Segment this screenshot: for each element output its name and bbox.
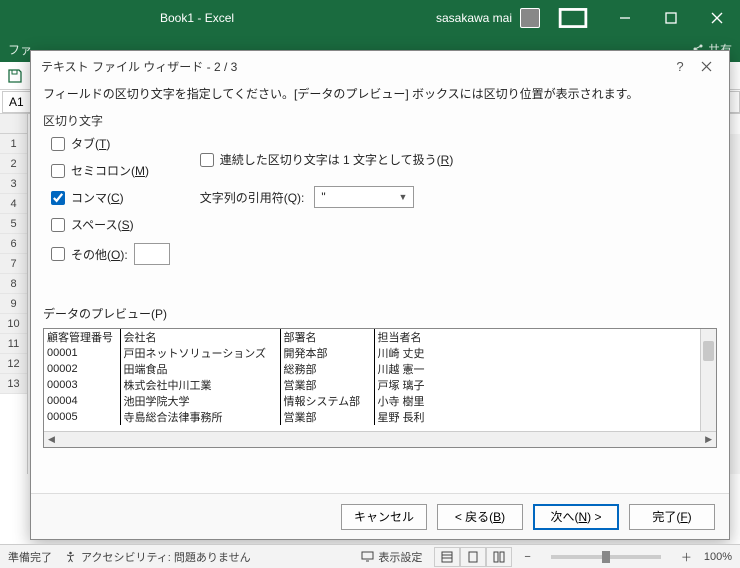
maximize-button[interactable] (648, 0, 694, 36)
dialog-close-button[interactable] (693, 53, 719, 79)
preview-horizontal-scrollbar[interactable]: ◀▶ (44, 431, 716, 447)
statusbar: 準備完了 アクセシビリティ: 問題ありません 表示設定 − ＋ 100% (0, 544, 740, 568)
row-header[interactable]: 9 (0, 294, 27, 314)
next-button[interactable]: 次へ(N) > (533, 504, 619, 530)
minimize-button[interactable] (602, 0, 648, 36)
close-button[interactable] (694, 0, 740, 36)
page-break-view-button[interactable] (486, 547, 512, 567)
table-row: 顧客管理番号 会社名 部署名 担当者名 (44, 329, 716, 345)
row-header[interactable]: 3 (0, 174, 27, 194)
dialog-title-text: テキスト ファイル ウィザード - 2 / 3 (41, 58, 237, 75)
space-checkbox[interactable]: スペース(S) (51, 216, 170, 233)
normal-view-button[interactable] (434, 547, 460, 567)
username: sasakawa mai (436, 11, 512, 25)
other-delimiter-input[interactable] (134, 243, 170, 265)
table-row: 00002田端食品総務部川越 憲一 (44, 361, 716, 377)
table-row: 00004池田学院大学情報システム部小寺 樹里 (44, 393, 716, 409)
comma-checkbox[interactable]: コンマ(C) (51, 189, 170, 206)
preview-label: データのプレビュー(P) (43, 305, 717, 322)
preview-box: 顧客管理番号 会社名 部署名 担当者名 00001戸田ネットソリューションズ開発… (43, 328, 717, 448)
row-header[interactable]: 7 (0, 254, 27, 274)
row-headers: 1 2 3 4 5 6 7 8 9 10 11 12 13 (0, 114, 28, 474)
cancel-button[interactable]: キャンセル (341, 504, 427, 530)
row-header[interactable]: 1 (0, 134, 27, 154)
row-header[interactable]: 2 (0, 154, 27, 174)
accessibility-status[interactable]: アクセシビリティ: 問題ありません (64, 549, 251, 565)
row-header[interactable]: 13 (0, 374, 27, 394)
finish-button[interactable]: 完了(F) (629, 504, 715, 530)
table-row: 00001戸田ネットソリューションズ開発本部川崎 丈史 (44, 345, 716, 361)
dialog-titlebar: テキスト ファイル ウィザード - 2 / 3 ? (31, 51, 729, 81)
user-block: sasakawa mai (436, 8, 540, 28)
chevron-down-icon: ▼ (398, 192, 407, 202)
row-header[interactable]: 6 (0, 234, 27, 254)
tab-checkbox[interactable]: タブ(T) (51, 135, 170, 152)
delimiter-group-label: 区切り文字 (43, 112, 717, 129)
row-header[interactable]: 4 (0, 194, 27, 214)
preview-vertical-scrollbar[interactable] (700, 329, 716, 431)
table-row: 00003株式会社中川工業営業部戸塚 璃子 (44, 377, 716, 393)
dialog-button-row: キャンセル < 戻る(B) 次へ(N) > 完了(F) (31, 493, 729, 539)
window-titlebar: Book1 - Excel sasakawa mai (0, 0, 740, 36)
row-header[interactable]: 8 (0, 274, 27, 294)
status-ready: 準備完了 (8, 549, 52, 565)
instruction-text: フィールドの区切り文字を指定してください。[データのプレビュー] ボックスには区… (43, 85, 717, 102)
save-icon[interactable] (6, 67, 24, 85)
zoom-level[interactable]: 100% (704, 551, 732, 563)
ribbon-display-options[interactable] (558, 8, 588, 28)
row-header[interactable]: 5 (0, 214, 27, 234)
app-title: Book1 - Excel (160, 11, 234, 25)
zoom-out-button[interactable]: − (524, 551, 530, 563)
zoom-in-button[interactable]: ＋ (681, 549, 692, 565)
row-header[interactable]: 11 (0, 334, 27, 354)
display-settings[interactable]: 表示設定 (361, 549, 422, 565)
table-row: 00005寺島総合法律事務所営業部星野 長利 (44, 409, 716, 425)
quote-label: 文字列の引用符(Q): (200, 189, 305, 206)
row-header[interactable]: 10 (0, 314, 27, 334)
back-button[interactable]: < 戻る(B) (437, 504, 523, 530)
semicolon-checkbox[interactable]: セミコロン(M) (51, 162, 170, 179)
quote-select[interactable]: "▼ (314, 186, 414, 208)
row-header[interactable]: 12 (0, 354, 27, 374)
page-layout-view-button[interactable] (460, 547, 486, 567)
select-all-corner[interactable] (0, 114, 27, 134)
avatar-icon[interactable] (520, 8, 540, 28)
other-checkbox[interactable]: その他(O): (51, 246, 128, 263)
zoom-slider[interactable] (551, 555, 661, 559)
preview-table: 顧客管理番号 会社名 部署名 担当者名 00001戸田ネットソリューションズ開発… (44, 329, 716, 425)
consecutive-checkbox[interactable]: 連続した区切り文字は 1 文字として扱う(R) (200, 151, 454, 168)
text-import-wizard-dialog: テキスト ファイル ウィザード - 2 / 3 ? フィールドの区切り文字を指定… (30, 50, 730, 540)
help-button[interactable]: ? (667, 53, 693, 79)
